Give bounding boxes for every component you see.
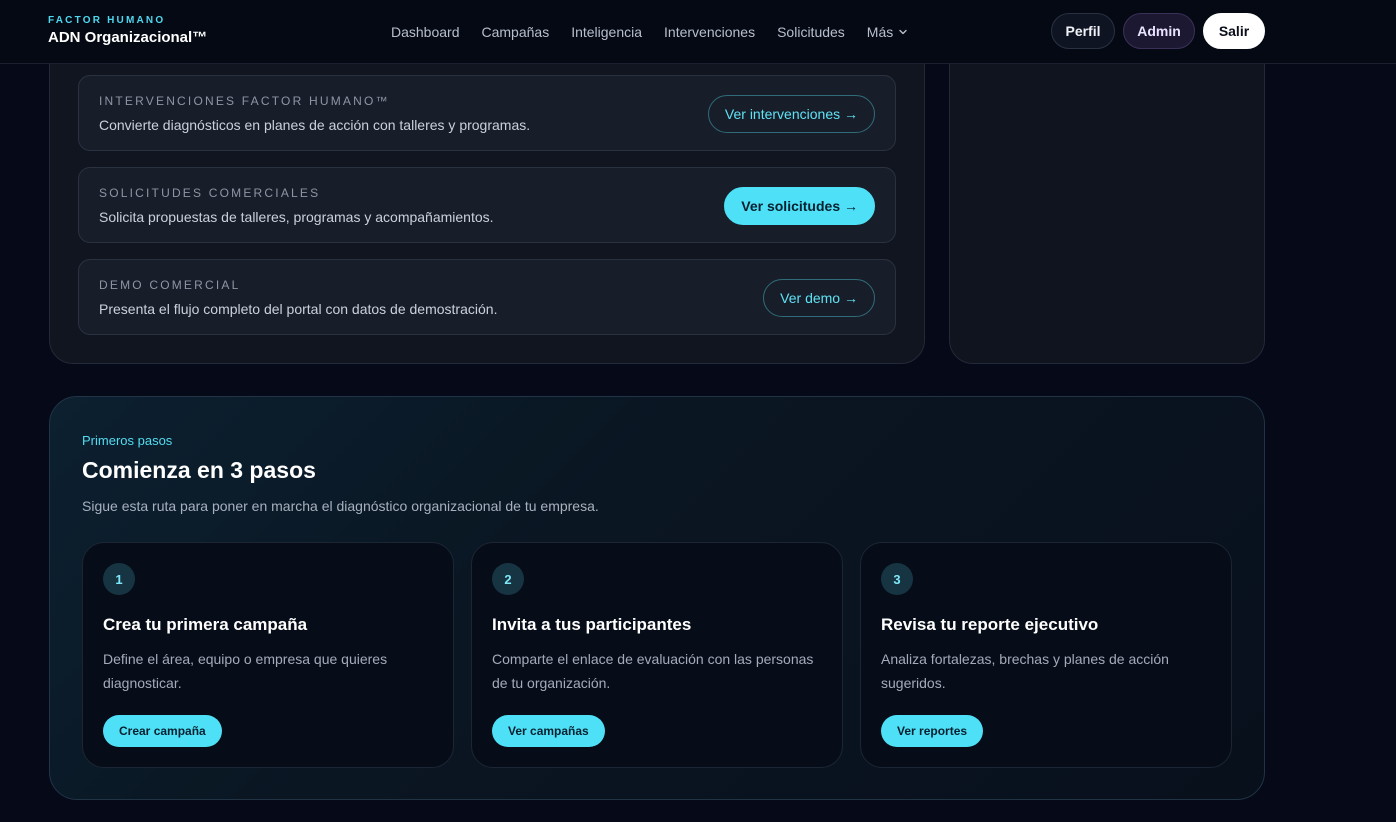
nav-label: Intervenciones — [664, 23, 756, 40]
ver-demo-button[interactable]: Ver demo → — [763, 279, 875, 317]
salir-button[interactable]: Salir — [1203, 13, 1265, 49]
nav-dashboard[interactable]: Dashboard — [380, 22, 471, 42]
step-description: Define el área, equipo o empresa que qui… — [103, 651, 388, 691]
section-eyebrow: Primeros pasos — [82, 433, 173, 448]
step-number-badge: 2 — [492, 563, 524, 595]
top-navigation-bar: FACTOR HUMANO ADN Organizacional™ Dashbo… — [0, 0, 1396, 64]
module-description: Presenta el flujo completo del portal co… — [99, 301, 498, 317]
crear-campana-button[interactable]: Crear campaña — [103, 715, 222, 747]
nav-label: Inteligencia — [571, 23, 643, 40]
module-demo: DEMO COMERCIAL Presenta el flujo complet… — [78, 259, 896, 335]
step-title: Invita a tus participantes — [492, 615, 692, 634]
side-panel — [949, 20, 1265, 364]
step-description: Comparte el enlace de evaluación con las… — [492, 651, 814, 691]
perfil-button[interactable]: Perfil — [1051, 13, 1115, 49]
step-description: Analiza fortalezas, brechas y planes de … — [881, 651, 1169, 691]
module-intervenciones: INTERVENCIONES FACTOR HUMANO™ Convierte … — [78, 75, 896, 151]
step-card-1: 1 Crea tu primera campaña Define el área… — [82, 542, 454, 768]
step-number-badge: 1 — [103, 563, 135, 595]
module-eyebrow: DEMO COMERCIAL — [99, 278, 241, 292]
ver-solicitudes-button[interactable]: Ver solicitudes → — [724, 187, 875, 225]
ver-reportes-button[interactable]: Ver reportes — [881, 715, 984, 747]
nav-label: Dashboard — [391, 23, 460, 40]
step-title: Revisa tu reporte ejecutivo — [881, 615, 1099, 634]
module-eyebrow: SOLICITUDES COMERCIALES — [99, 186, 321, 200]
nav-label: Campañas — [481, 23, 550, 40]
ver-campanas-button[interactable]: Ver campañas — [492, 715, 605, 747]
step-number-badge: 3 — [881, 563, 913, 595]
nav-inteligencia[interactable]: Inteligencia — [560, 22, 653, 42]
step-title: Crea tu primera campaña — [103, 615, 308, 634]
brand-logo[interactable]: FACTOR HUMANO ADN Organizacional™ — [48, 15, 207, 48]
nav-label: Solicitudes — [777, 23, 845, 40]
nav-intervenciones[interactable]: Intervenciones — [653, 22, 766, 42]
nav-label: Más — [866, 23, 894, 40]
module-description: Solicita propuestas de talleres, program… — [99, 209, 494, 225]
module-eyebrow: INTERVENCIONES FACTOR HUMANO™ — [99, 94, 390, 108]
nav-campanas[interactable]: Campañas — [471, 22, 561, 42]
module-solicitudes: SOLICITUDES COMERCIALES Solicita propues… — [78, 167, 896, 243]
chevron-down-icon — [899, 29, 907, 34]
nav-mas-dropdown[interactable]: Más — [856, 22, 919, 42]
brand-name: ADN Organizacional™ — [48, 29, 208, 46]
step-card-3: 3 Revisa tu reporte ejecutivo Analiza fo… — [860, 542, 1232, 768]
brand-eyebrow: FACTOR HUMANO — [48, 15, 166, 26]
module-description: Convierte diagnósticos en planes de acci… — [99, 117, 531, 133]
step-card-2: 2 Invita a tus participantes Comparte el… — [471, 542, 843, 768]
section-title: Comienza en 3 pasos — [82, 457, 316, 483]
main-nav: Dashboard Campañas Inteligencia Interven… — [380, 0, 919, 63]
nav-solicitudes[interactable]: Solicitudes — [766, 22, 856, 42]
admin-button[interactable]: Admin — [1123, 13, 1195, 49]
getting-started-section: Primeros pasos Comienza en 3 pasos Sigue… — [49, 396, 1265, 800]
section-subtitle: Sigue esta ruta para poner en marcha el … — [82, 498, 599, 514]
header-actions: Perfil Admin Salir — [1051, 13, 1265, 49]
ver-intervenciones-button[interactable]: Ver intervenciones → — [707, 95, 875, 133]
